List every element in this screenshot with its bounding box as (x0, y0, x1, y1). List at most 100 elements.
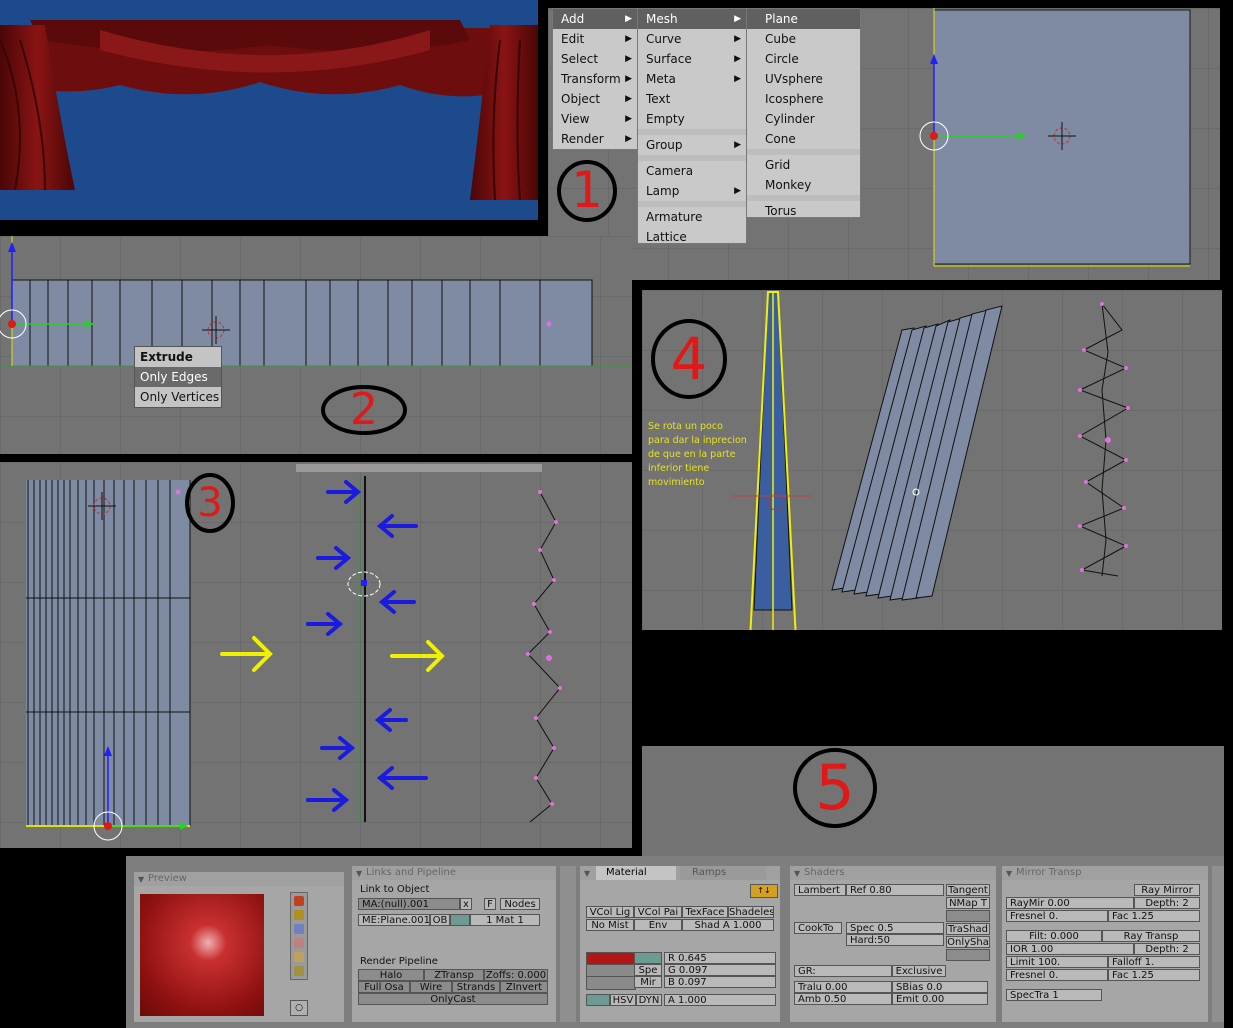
ob-toggle[interactable]: OB (430, 914, 450, 926)
material-name-field[interactable]: MA:(null).001 (358, 898, 460, 910)
b-slider[interactable]: B 0.097 (664, 976, 776, 988)
vcol-light-button[interactable]: VCol Lig (586, 906, 634, 918)
submenu-item-group[interactable]: Group ▶ (638, 135, 746, 155)
submenu-item-curve[interactable]: Curve ▶ (638, 29, 746, 49)
mesh-submenu[interactable]: Plane Cube Circle UVsphere Icosphere Cyl… (746, 8, 861, 218)
material-index-field[interactable]: 1 Mat 1 (470, 914, 540, 926)
rgb-toggle[interactable] (586, 994, 610, 1006)
mesh-item-cube[interactable]: Cube (747, 29, 860, 49)
dyn-toggle[interactable]: DYN (636, 994, 662, 1006)
wire-button[interactable]: Wire (410, 981, 452, 993)
menu-item-render[interactable]: Render ▶ (553, 129, 637, 149)
preview-type-icon[interactable] (294, 896, 304, 906)
mirror-color-swatch[interactable] (586, 976, 636, 990)
group-field[interactable]: GR: (794, 965, 892, 977)
mesh-item-icosphere[interactable]: Icosphere (747, 89, 860, 109)
ior-slider[interactable]: IOR 1.00 (1006, 943, 1134, 955)
viewport-step2[interactable] (0, 236, 632, 454)
shad-alpha-field[interactable]: Shad A 1.000 (682, 919, 774, 931)
vcol-paint-button[interactable]: VCol Pai (634, 906, 682, 918)
tab-ramps[interactable]: Ramps (680, 866, 766, 880)
menu-item-select[interactable]: Select ▶ (553, 49, 637, 69)
transp-fresnel-slider[interactable]: Fresnel 0. (1006, 969, 1108, 981)
shadeless-button[interactable]: Shadeles (728, 906, 774, 918)
diffuse-shader-select[interactable]: Lambert (794, 884, 846, 896)
falloff-slider[interactable]: Falloff 1. (1108, 956, 1200, 968)
limit-slider[interactable]: Limit 100. (1006, 956, 1108, 968)
ztransp-button[interactable]: ZTransp (424, 969, 484, 981)
preview-type-icon[interactable] (294, 924, 304, 934)
submenu-item-lamp[interactable]: Lamp ▶ (638, 181, 746, 201)
mesh-item-plane[interactable]: Plane (747, 9, 860, 29)
mesh-item-circle[interactable]: Circle (747, 49, 860, 69)
submenu-item-camera[interactable]: Camera (638, 161, 746, 181)
nmap-button[interactable]: NMap T (946, 897, 990, 909)
raymir-slider[interactable]: RayMir 0.00 (1006, 897, 1134, 909)
trashad-button[interactable]: TraShad (946, 923, 990, 935)
submenu-item-text[interactable]: Text (638, 89, 746, 109)
mirror-depth-field[interactable]: Depth: 2 (1134, 897, 1200, 909)
submenu-item-meta[interactable]: Meta ▶ (638, 69, 746, 89)
submenu-item-mesh[interactable]: Mesh ▶ (638, 9, 746, 29)
mirror-fresnel-slider[interactable]: Fresnel 0. (1006, 910, 1108, 922)
transp-fac-slider[interactable]: Fac 1.25 (1108, 969, 1200, 981)
nodes-button[interactable]: Nodes (500, 898, 540, 910)
mir-button[interactable]: Mir (634, 976, 662, 988)
full-osa-button[interactable]: Full Osa (358, 981, 410, 993)
spec-slider[interactable]: Spec 0.5 (846, 922, 944, 934)
zinvert-button[interactable]: ZInvert (500, 981, 548, 993)
no-mist-button[interactable]: No Mist (586, 919, 634, 931)
mesh-item-uvsphere[interactable]: UVsphere (747, 69, 860, 89)
emit-slider[interactable]: Emit 0.00 (892, 993, 988, 1005)
menu-item-view[interactable]: View ▶ (553, 109, 637, 129)
g-slider[interactable]: G 0.097 (664, 964, 776, 976)
preview-type-icon[interactable] (294, 910, 304, 920)
unlink-button[interactable]: x (460, 898, 472, 910)
sbias-slider[interactable]: SBias 0.0 (892, 981, 988, 993)
menu-item-object[interactable]: Object ▶ (553, 89, 637, 109)
viewport-step3[interactable] (0, 462, 632, 848)
mesh-item-torus[interactable]: Torus (747, 201, 860, 221)
fake-user-button[interactable]: F (484, 898, 496, 910)
env-button[interactable]: Env (634, 919, 682, 931)
spe-button[interactable]: Spe (634, 964, 662, 976)
panel-dock-tab[interactable] (1212, 866, 1224, 1022)
preview-type-icon[interactable] (294, 966, 304, 976)
mesh-item-cone[interactable]: Cone (747, 129, 860, 149)
onlysha-button[interactable]: OnlySha (946, 936, 990, 948)
transp-depth-field[interactable]: Depth: 2 (1134, 943, 1200, 955)
tab-material[interactable]: Material (596, 866, 676, 880)
strands-button[interactable]: Strands (452, 981, 500, 993)
menu-item-add[interactable]: Add ▶ (553, 9, 637, 29)
submenu-item-armature[interactable]: Armature (638, 207, 746, 227)
preview-type-icon[interactable] (294, 952, 304, 962)
preview-type-column[interactable] (290, 892, 308, 980)
tangent-button[interactable]: Tangent (946, 884, 990, 896)
shader-option-button[interactable] (946, 910, 990, 922)
hard-slider[interactable]: Hard:50 (846, 934, 944, 946)
mesh-item-cylinder[interactable]: Cylinder (747, 109, 860, 129)
shader-option-button[interactable] (946, 949, 990, 961)
preview-type-icon[interactable] (294, 938, 304, 948)
r-slider[interactable]: R 0.645 (664, 952, 776, 964)
preview-render-button[interactable]: ○ (290, 1000, 308, 1016)
specular-shader-select[interactable]: CookTo (794, 922, 842, 934)
tralu-slider[interactable]: Tralu 0.00 (794, 981, 892, 993)
onlycast-button[interactable]: OnlyCast (358, 993, 548, 1005)
submenu-item-lattice[interactable]: Lattice (638, 227, 746, 247)
halo-button[interactable]: Halo (358, 969, 424, 981)
hsv-toggle[interactable]: HSV (610, 994, 636, 1006)
extrude-option-only-vertices[interactable]: Only Vertices (135, 387, 221, 407)
arrow-icon[interactable]: ↑↓ (750, 884, 778, 898)
amb-slider[interactable]: Amb 0.50 (794, 993, 892, 1005)
add-submenu[interactable]: Mesh ▶ Curve ▶ Surface ▶ Meta ▶ Text Empty G… (637, 8, 747, 244)
spectra-slider[interactable]: SpecTra 1 (1006, 989, 1102, 1001)
alpha-slider[interactable]: A 1.000 (664, 994, 776, 1006)
add-menu[interactable]: Add ▶ Edit ▶ Select ▶ Transform ▶ Object ▶ Vi… (552, 8, 638, 150)
filt-field[interactable]: Filt: 0.000 (1006, 930, 1102, 942)
col-button[interactable] (634, 952, 662, 964)
ray-mirror-toggle[interactable]: Ray Mirror (1134, 884, 1200, 896)
submenu-item-surface[interactable]: Surface ▶ (638, 49, 746, 69)
exclusive-button[interactable]: Exclusive (892, 965, 946, 977)
mesh-item-monkey[interactable]: Monkey (747, 175, 860, 195)
